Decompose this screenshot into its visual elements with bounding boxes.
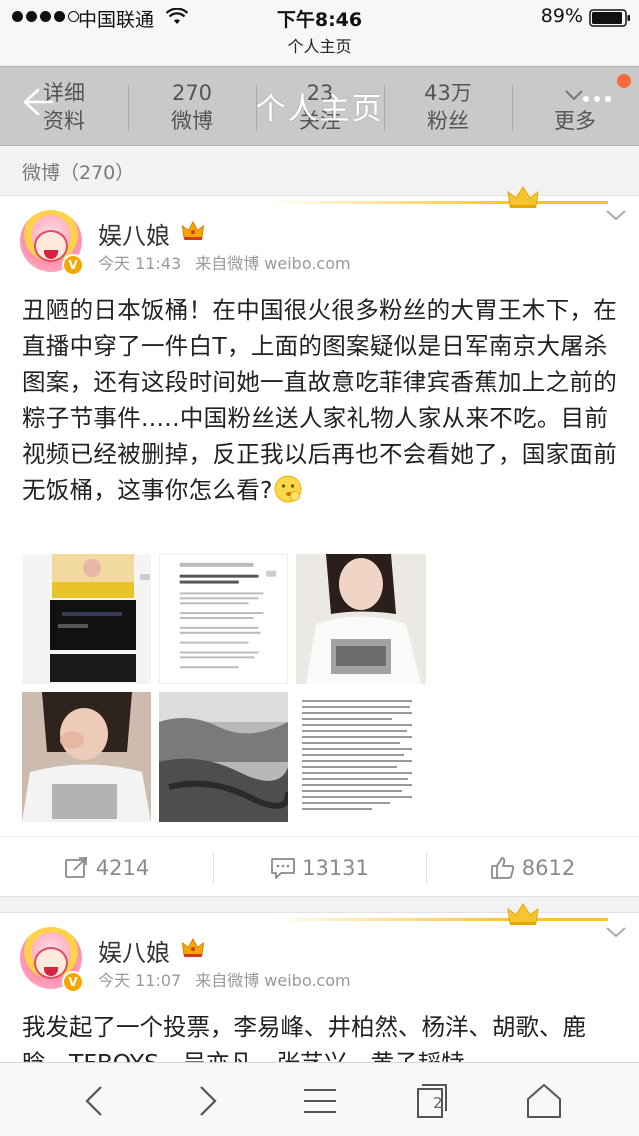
section-title: 微博（270） (22, 162, 135, 184)
post-image-5[interactable] (159, 692, 288, 822)
thumbs-up-icon (490, 857, 514, 879)
image-thumbnail (22, 692, 151, 822)
image-thumbnail (179, 562, 277, 669)
image-thumbnail (159, 692, 288, 822)
chevron-down-icon[interactable] (604, 925, 628, 939)
forward-button[interactable] (186, 1081, 226, 1121)
repost-count: 4214 (95, 856, 150, 880)
comment-count: 13131 (302, 856, 369, 880)
chevron-down-icon[interactable] (604, 208, 628, 222)
post-time: 今天 11:07 (98, 971, 182, 990)
home-icon (527, 1084, 561, 1118)
post-meta: 今天 11:43 来自微博 weibo.com (98, 250, 351, 274)
battery-percentage: 89% (540, 5, 583, 27)
gold-decoration-line (270, 201, 608, 204)
hamburger-icon (304, 1089, 336, 1113)
tabs-button[interactable] (412, 1081, 452, 1121)
verified-badge-icon: V (62, 971, 84, 993)
tabs-icon (417, 1084, 447, 1118)
more-options-icon[interactable] (583, 96, 611, 102)
gold-decoration-line (270, 918, 608, 921)
vip-crown-icon (181, 937, 205, 957)
image-thumbnail (302, 700, 412, 810)
page-title: 个人主页 (255, 92, 384, 127)
weibo-post-card[interactable]: V 娱八娘 今天 11:07 来自微博 weibo.com 我发起了一个投票，李易… (0, 903, 639, 1077)
browser-toolbar: 2 (0, 1062, 639, 1136)
weibo-post-card[interactable]: V 娱八娘 今天 11:43 来自微博 weibo.com 丑陋的日本饭桶！在中国… (0, 186, 639, 898)
post-image-6[interactable] (296, 692, 426, 822)
like-button[interactable]: 8612 (426, 837, 639, 899)
username[interactable]: 娱八娘 (98, 216, 170, 251)
comment-button[interactable]: 13131 (213, 837, 426, 899)
comment-icon (271, 858, 295, 879)
image-thumbnail (50, 554, 150, 682)
post-image-2[interactable] (159, 554, 288, 684)
chevron-left-icon (85, 1086, 102, 1116)
post-image-3[interactable] (296, 554, 426, 684)
post-action-bar: 4214 13131 8612 (0, 836, 639, 898)
crown-icon (507, 186, 539, 208)
like-count: 8612 (521, 856, 576, 880)
post-image-1[interactable] (22, 554, 151, 684)
post-source: 来自微博 weibo.com (195, 971, 351, 990)
image-thumbnail (296, 554, 426, 684)
post-time: 今天 11:43 (98, 254, 182, 273)
notification-dot (617, 74, 631, 88)
vip-crown-icon (181, 220, 205, 240)
battery-icon (589, 9, 630, 27)
post-source: 来自微博 weibo.com (195, 254, 351, 273)
post-body: 丑陋的日本饭桶！在中国很火很多粉丝的大胃王木下，在直播中穿了一件白T，上面的图案… (22, 296, 617, 504)
repost-button[interactable]: 4214 (0, 837, 213, 899)
avatar[interactable]: V (20, 927, 84, 993)
page-url-label[interactable]: 个人主页 (0, 34, 639, 64)
avatar[interactable]: V (20, 210, 84, 276)
back-button[interactable] (76, 1081, 116, 1121)
verified-badge-icon: V (62, 254, 84, 276)
menu-button[interactable] (300, 1081, 340, 1121)
tabs-count: 2 (433, 1094, 443, 1112)
repost-icon (64, 857, 87, 878)
post-text: 丑陋的日本饭桶！在中国很火很多粉丝的大胃王木下，在直播中穿了一件白T，上面的图案… (22, 292, 618, 508)
post-image-4[interactable] (22, 692, 151, 822)
status-bar: 中国联通 下午8:46 89% (0, 0, 639, 34)
crown-icon (507, 903, 539, 925)
chevron-right-icon (200, 1086, 217, 1116)
thinking-emoji-icon (274, 475, 302, 503)
home-button[interactable] (524, 1081, 564, 1121)
username[interactable]: 娱八娘 (98, 933, 170, 968)
post-meta: 今天 11:07 来自微博 weibo.com (98, 967, 351, 991)
